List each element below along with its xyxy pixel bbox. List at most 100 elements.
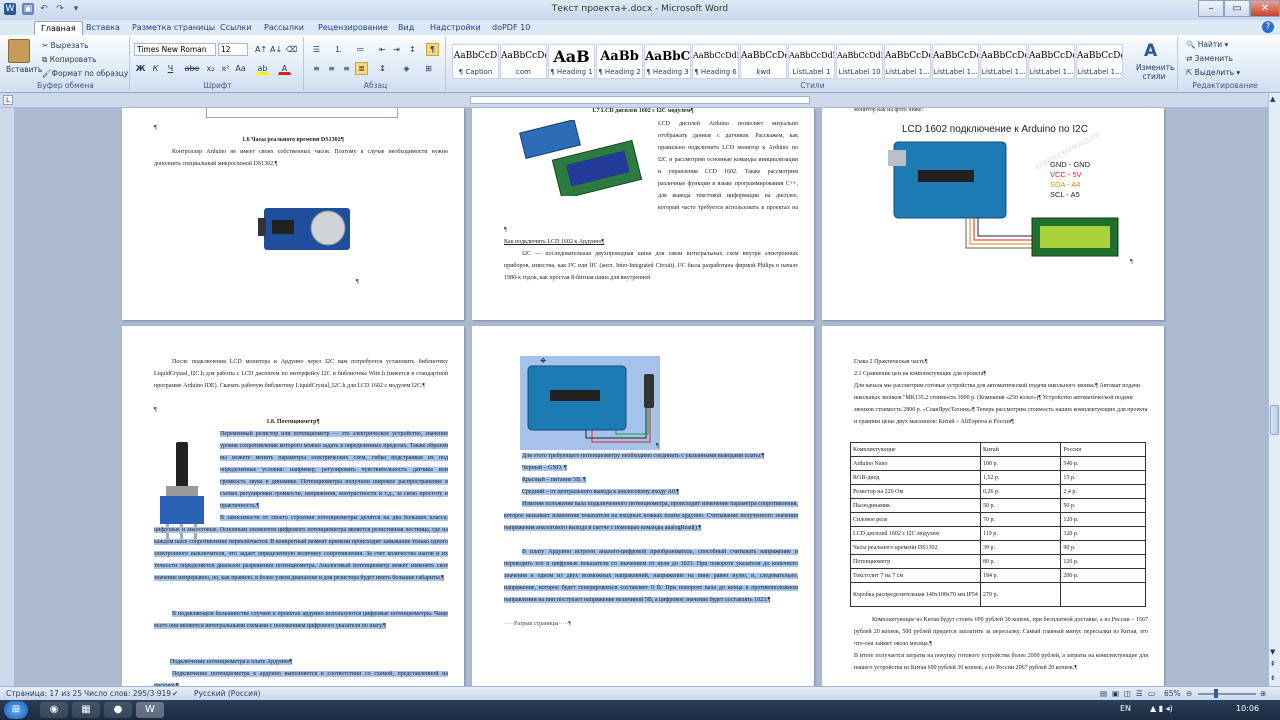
prev-page-icon[interactable]: ⇞ [1270,660,1276,668]
view-fullscreen-icon[interactable]: ▣ [1112,687,1119,700]
copy-button[interactable]: ⧉ Копировать [42,55,97,65]
page-5[interactable]: ⌖ ¶ Для этого требующего потенциометру н… [472,326,814,686]
show-marks-icon[interactable]: ¶ [426,43,439,56]
style-item[interactable]: AaBbCcD ¶ Caption [452,44,499,79]
view-print-layout-icon[interactable]: ▤ [1100,687,1107,700]
style-item[interactable]: AaBbCcDdE ¶ Heading 6 [692,44,739,79]
word-count[interactable]: Число слов: 295/3 919 [84,687,171,700]
increase-indent-icon[interactable]: ⇥ [390,43,403,56]
justify-icon[interactable]: ≣ [355,62,368,75]
sort-icon[interactable]: ↕ [406,43,419,56]
multilevel-list-icon[interactable]: ≔ [354,43,367,56]
view-outline-icon[interactable]: ☰ [1136,687,1143,700]
replace-button[interactable]: ⇄ Заменить [1186,54,1233,63]
numbering-icon[interactable]: ⒈ [332,43,345,56]
style-item[interactable]: AaBb ¶ Heading 2 [596,44,643,79]
italic-icon[interactable]: К [149,62,162,75]
keyboard-language[interactable]: EN [1120,704,1131,713]
change-case-icon[interactable]: Aa [234,62,247,75]
subscript-icon[interactable]: x₂ [204,62,217,75]
style-item[interactable]: AaBbCcDc com [500,44,547,79]
zoom-level[interactable]: 65% [1164,687,1181,700]
line-spacing-icon[interactable]: ↨ [376,62,389,75]
font-color-icon[interactable]: A [278,62,291,75]
strikethrough-icon[interactable]: abe [183,62,201,75]
page-indicator[interactable]: Страница: 17 из 25 [6,687,82,700]
minimize-button[interactable]: – [1198,0,1224,17]
language-indicator[interactable]: Русский (Россия) [194,687,260,700]
font-family-combo[interactable]: Times New Roman [134,43,216,56]
shrink-font-icon[interactable]: A↓ [269,43,282,56]
close-button[interactable]: ✕ [1250,0,1280,17]
change-styles-icon[interactable]: A [1144,41,1162,61]
scroll-up-icon[interactable]: ▲ [1270,95,1275,103]
page-4[interactable]: После подключения LCD монитора к Ардуино… [122,326,464,686]
clear-format-icon[interactable]: ⌫ [285,43,298,56]
highlight-icon[interactable]: ab [256,62,269,75]
help-icon[interactable]: ? [1262,21,1274,33]
grow-font-icon[interactable]: A↑ [254,43,267,56]
style-item[interactable]: AaBbCcDdE ListLabel 10 [836,44,883,79]
shading-icon[interactable]: ◈ [400,62,413,75]
style-item[interactable]: AaBbCcDc ListLabel 1... [932,44,979,79]
select-button[interactable]: ⇱ Выделить ▾ [1186,68,1240,77]
taskbar-chrome-icon[interactable]: ◉ [40,702,68,718]
format-painter-button[interactable]: 🖌Формат по образцу [42,69,128,78]
horizontal-ruler[interactable]: L [0,93,1280,108]
superscript-icon[interactable]: x² [219,62,232,75]
style-item[interactable]: AaBbCcDc ListLabel 1... [980,44,1027,79]
tab-insert[interactable]: Вставка [80,21,126,35]
font-size-combo[interactable]: 12 [218,43,248,56]
align-left-icon[interactable]: ≡ [310,62,323,75]
decrease-indent-icon[interactable]: ⇤ [376,43,389,56]
style-item[interactable]: AaBbCcDc ListLabel 1... [1028,44,1075,79]
align-center-icon[interactable]: ≡ [325,62,338,75]
tab-dopdf[interactable]: doPDF 10 [486,21,536,35]
bold-icon[interactable]: Ж [134,62,147,75]
underline-icon[interactable]: Ч [164,62,177,75]
style-item[interactable]: AaBbCcDdE ListLabel 1 [788,44,835,79]
tab-mailings[interactable]: Рассылки [258,21,310,35]
taskbar-explorer-icon[interactable]: ▦ [72,702,100,718]
borders-icon[interactable]: ⊞ [422,62,435,75]
taskbar-word-icon[interactable]: W [136,702,164,718]
ruler-toggle-icon[interactable]: L [3,95,13,105]
view-draft-icon[interactable]: ▭ [1148,687,1155,700]
clock[interactable]: 10:06 [1236,704,1259,713]
style-item[interactable]: AaB ¶ Heading 1 [548,44,595,79]
find-button[interactable]: 🔍 Найти ▾ [1186,40,1228,49]
page-1[interactable]: ¶ 1.6 Часы реального времени DS1302¶ Кон… [122,108,464,320]
style-item[interactable]: AaBbCcDc kwd [740,44,787,79]
style-item[interactable]: AaBbCcDc ListLabel 1... [884,44,931,79]
zoom-slider-thumb[interactable] [1214,689,1218,698]
style-item[interactable]: AaBbC ¶ Heading 3 [644,44,691,79]
paste-icon[interactable] [8,39,30,63]
page-2[interactable]: 1.7 LCD дисплей 1602 с I2C модулем¶ LCD … [472,108,814,320]
paste-button[interactable]: Вставить [6,65,42,74]
tab-addins[interactable]: Надстройки [424,21,487,35]
tab-page-layout[interactable]: Разметка страницы [126,21,221,35]
zoom-out-icon[interactable]: ⊖ [1186,687,1192,700]
zoom-in-icon[interactable]: ⊕ [1260,687,1266,700]
cut-button[interactable]: ✂ Вырезать [42,41,89,50]
tab-home[interactable]: Главная [34,21,83,35]
bullets-icon[interactable]: ☰ [310,43,323,56]
view-web-icon[interactable]: ◫ [1124,687,1131,700]
taskbar-media-icon[interactable]: ● [104,702,132,718]
vertical-scrollbar[interactable]: ▲ ▼ ⇞ ⇟ [1268,93,1280,686]
maximize-button[interactable]: ▭ [1224,0,1250,17]
style-item[interactable]: AaBbCcDc ListLabel 1... [1076,44,1123,79]
zoom-slider[interactable] [1198,693,1256,695]
next-page-icon[interactable]: ⇟ [1270,674,1276,682]
tab-references[interactable]: Ссылки [214,21,257,35]
tray-network-icon[interactable]: ▲ ▮ ◂) [1150,704,1173,713]
align-right-icon[interactable]: ≡ [340,62,353,75]
tab-view[interactable]: Вид [392,21,420,35]
page-6[interactable]: Глава 2 Практическая часть¶ 2.1 Сравнени… [822,326,1164,686]
start-button[interactable]: ⊞ [4,701,28,719]
scroll-thumb[interactable] [1270,405,1279,435]
scroll-down-icon[interactable]: ▼ [1270,648,1275,656]
page-3[interactable]: монитор как на фото ниже: LCD 1602 подкл… [822,108,1164,320]
vertical-ruler[interactable] [0,108,14,686]
tab-review[interactable]: Рецензирование [312,21,394,35]
